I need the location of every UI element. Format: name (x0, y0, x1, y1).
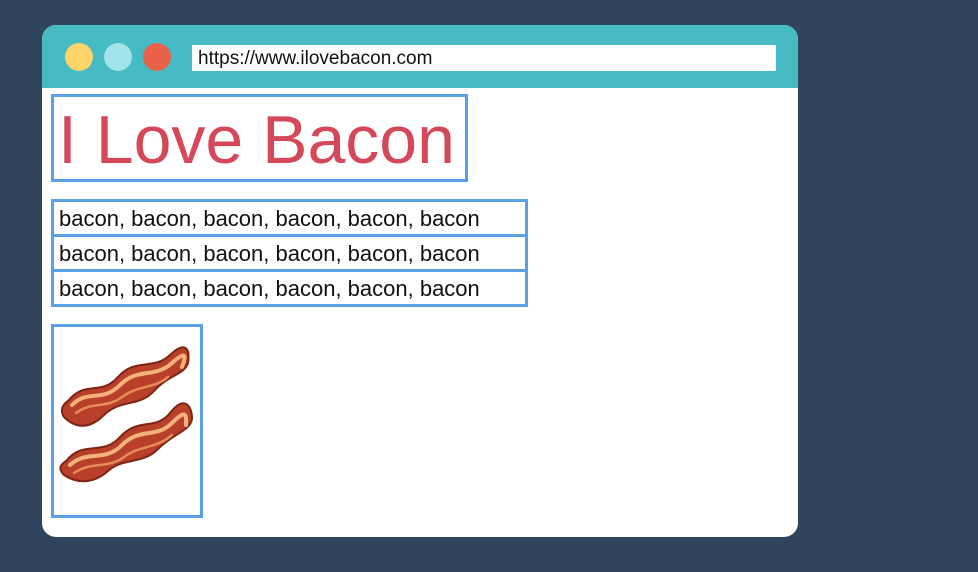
browser-window: https://www.ilovebacon.com I Love Bacon … (42, 25, 798, 537)
paragraph-text: bacon, bacon, bacon, bacon, bacon, bacon (59, 276, 480, 301)
close-dot-icon[interactable] (143, 43, 171, 71)
paragraph-text: bacon, bacon, bacon, bacon, bacon, bacon (59, 206, 480, 231)
browser-title-bar: https://www.ilovebacon.com (42, 25, 798, 88)
image-element-box (51, 324, 203, 518)
paragraph-element-box: bacon, bacon, bacon, bacon, bacon, bacon (51, 234, 528, 272)
address-bar[interactable]: https://www.ilovebacon.com (192, 45, 776, 71)
minimize-dot-icon[interactable] (65, 43, 93, 71)
bacon-icon (59, 346, 194, 483)
page-heading: I Love Bacon (58, 102, 455, 178)
maximize-dot-icon[interactable] (104, 43, 132, 71)
paragraph-element-box: bacon, bacon, bacon, bacon, bacon, bacon (51, 199, 528, 237)
paragraph-element-box: bacon, bacon, bacon, bacon, bacon, bacon (51, 269, 528, 307)
paragraph-text: bacon, bacon, bacon, bacon, bacon, bacon (59, 241, 480, 266)
heading-element-box: I Love Bacon (51, 94, 468, 182)
